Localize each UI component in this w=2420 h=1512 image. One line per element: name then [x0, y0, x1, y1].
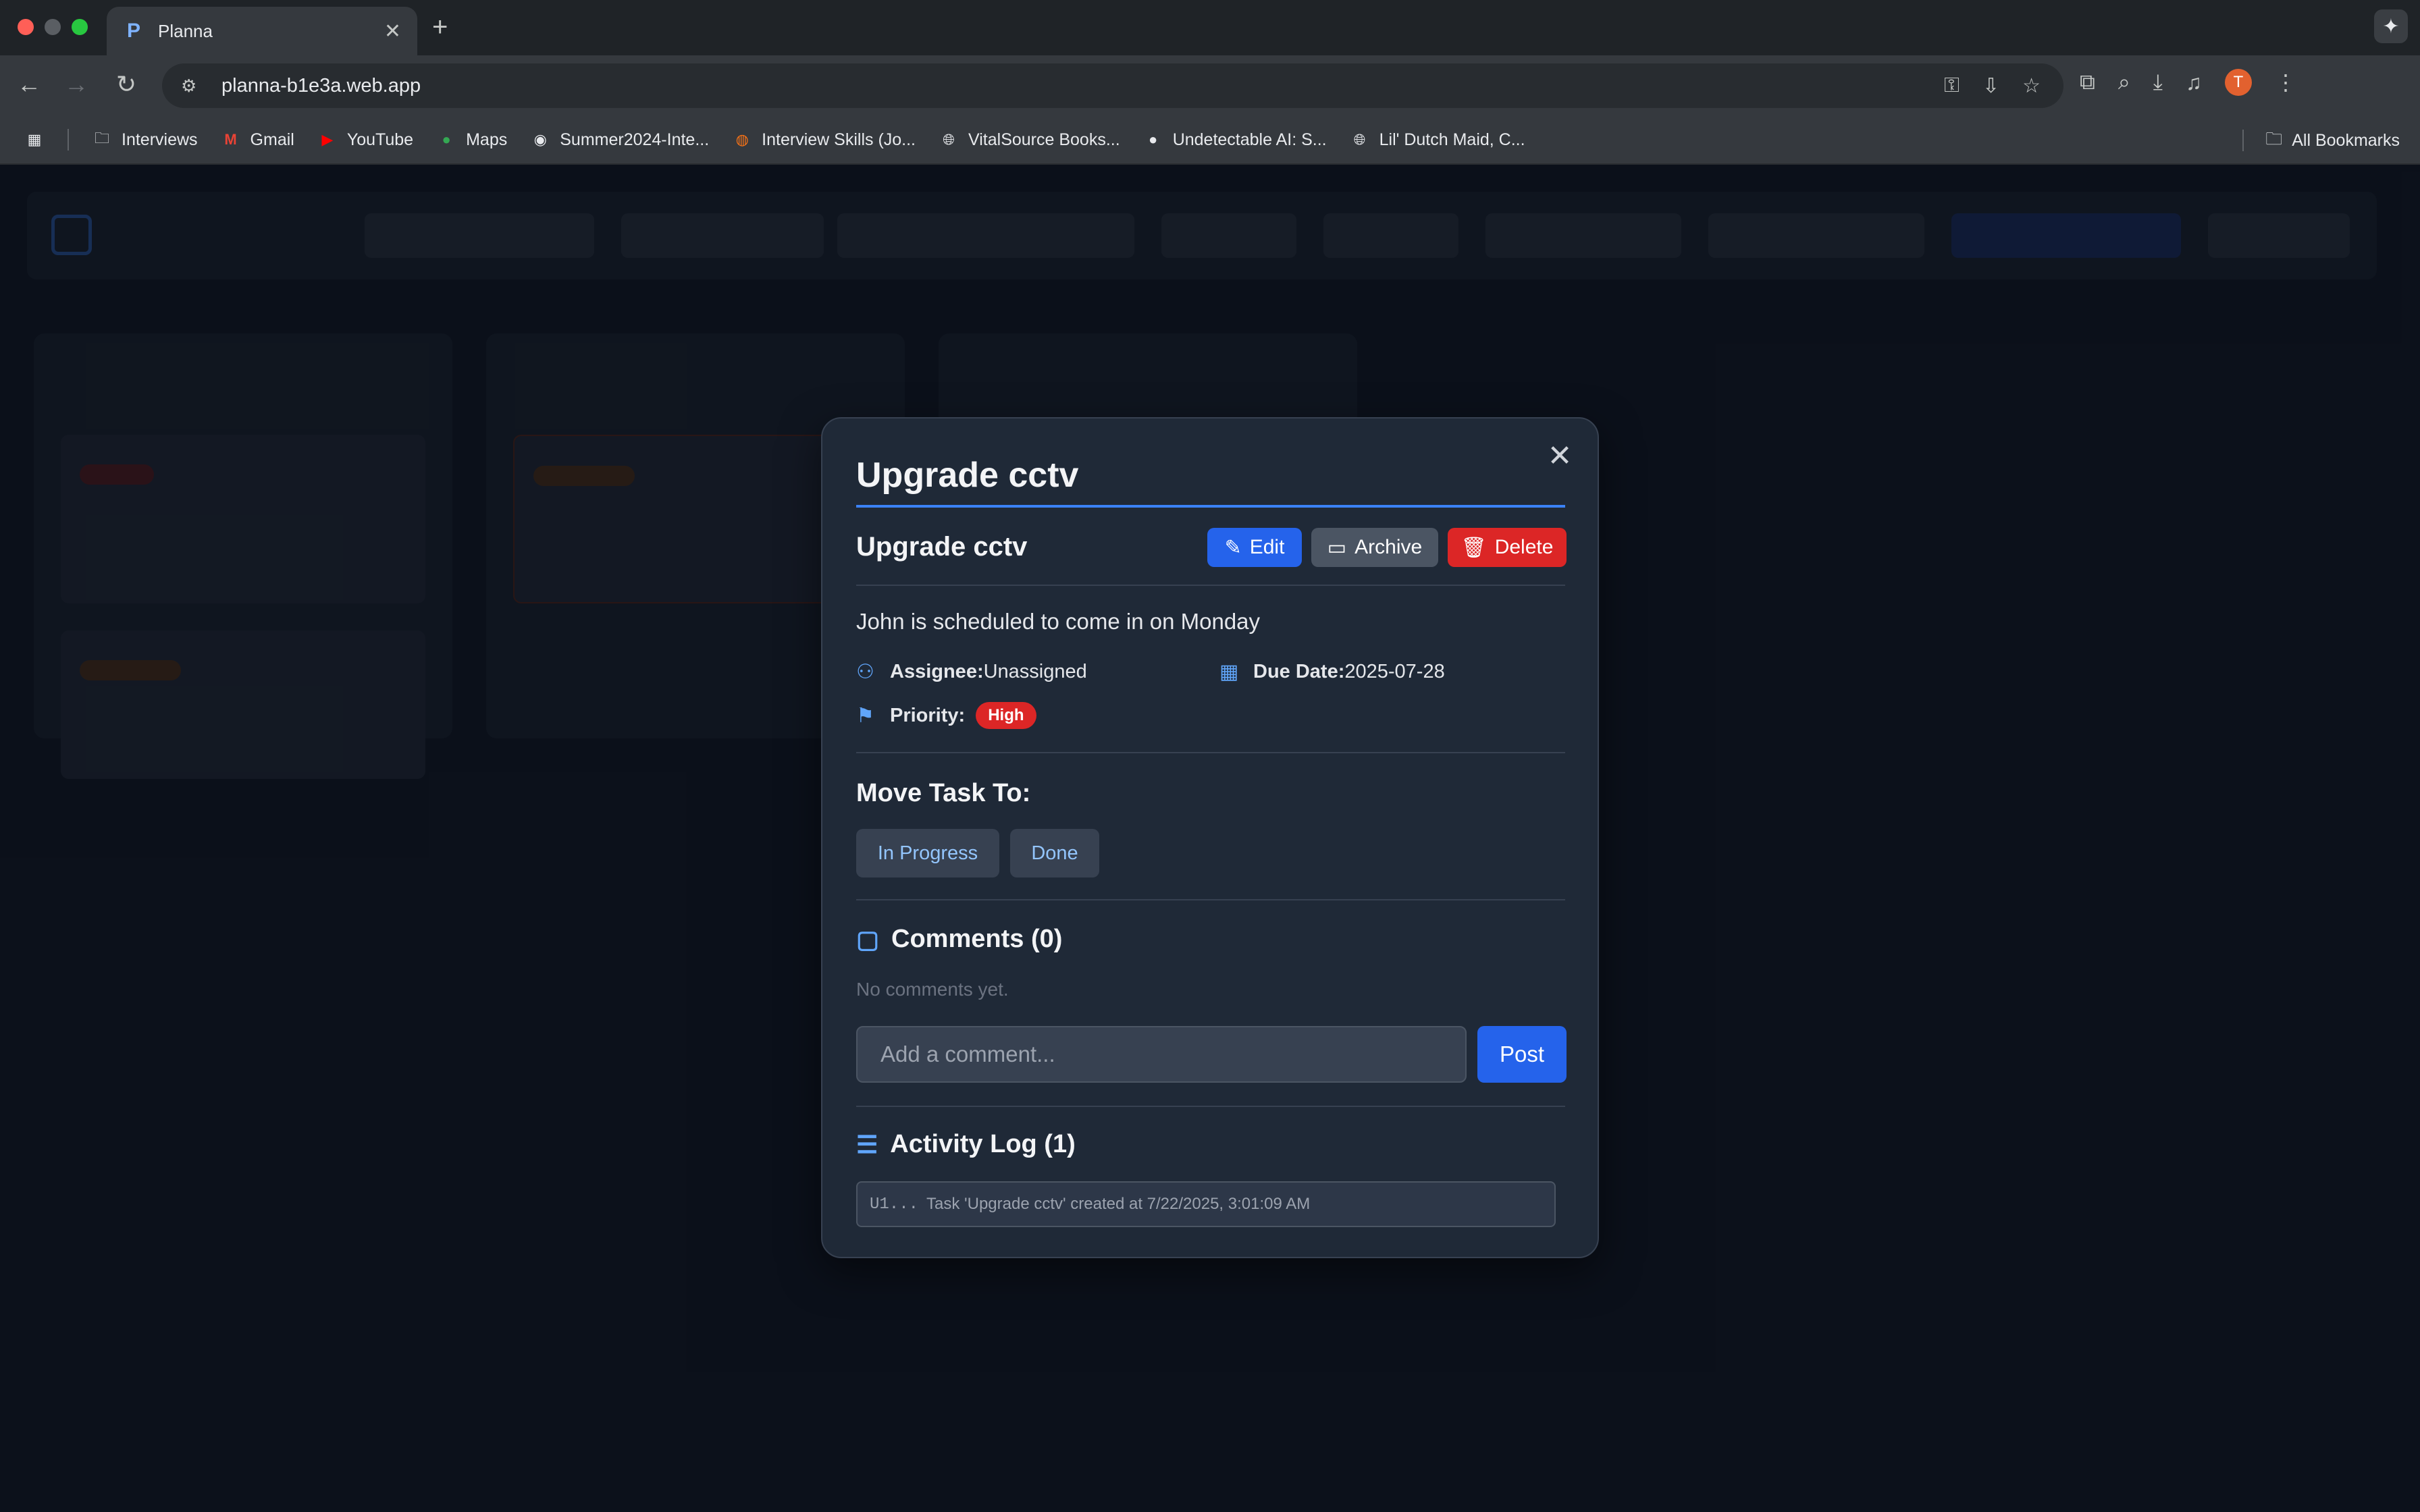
- comment-input[interactable]: [856, 1026, 1467, 1083]
- divider: [856, 752, 1565, 753]
- folder-icon: 🗀: [2265, 129, 2283, 148]
- bookmark-item[interactable]: M Gmail: [221, 130, 294, 150]
- list-checks-icon: ☰: [856, 1130, 878, 1158]
- folder-icon: 🗀: [94, 130, 109, 146]
- github-icon: ◉: [533, 131, 547, 148]
- task-name: Upgrade cctv: [856, 532, 1028, 562]
- divider: [856, 1106, 1565, 1107]
- archive-button[interactable]: ▭ Archive: [1311, 528, 1438, 567]
- assignee-row: ⚇ Assignee:Unassigned: [856, 661, 1087, 683]
- activity-log-title: ☰ Activity Log (1): [856, 1130, 1076, 1158]
- site-icon: ◍: [735, 131, 749, 148]
- browser-tab-bar: P Planna ✕ + ✦: [0, 0, 2420, 55]
- gemini-icon[interactable]: ✦: [2374, 9, 2408, 43]
- maps-icon: ●: [442, 131, 451, 148]
- maximize-window-button[interactable]: [72, 19, 88, 35]
- activity-user: U1...: [870, 1195, 919, 1214]
- divider: [856, 899, 1565, 900]
- divider: [856, 585, 1565, 586]
- all-bookmarks[interactable]: 🗀 All Bookmarks: [2242, 116, 2400, 165]
- url-text: planna-b1e3a.web.app: [221, 74, 421, 97]
- more-menu-icon[interactable]: ⋮: [2275, 70, 2296, 95]
- install-app-icon[interactable]: ⇩: [1982, 74, 1999, 98]
- trash-icon: 🗑︎: [1461, 536, 1487, 559]
- post-button[interactable]: Post: [1477, 1026, 1567, 1083]
- globe-icon: 🌐︎: [1353, 131, 1366, 148]
- edit-button[interactable]: ✎ Edit: [1207, 528, 1302, 567]
- comment-icon: ▢: [856, 925, 880, 953]
- password-key-icon[interactable]: ⚿: [1944, 74, 1959, 97]
- comments-title: ▢ Comments (0): [856, 925, 1063, 953]
- task-description: John is scheduled to come in on Monday: [856, 609, 1261, 634]
- activity-log-entry: U1... Task 'Upgrade cctv' created at 7/2…: [856, 1181, 1556, 1227]
- priority-row: ⚑ Priority: High: [856, 702, 1036, 729]
- bookmarks-separator: [2242, 130, 2244, 151]
- downloads-icon[interactable]: ⤓: [2153, 70, 2163, 95]
- bookmark-item[interactable]: 🗀 Interviews: [92, 130, 198, 150]
- planna-favicon-icon: P: [126, 20, 140, 42]
- close-window-button[interactable]: [18, 19, 34, 35]
- site-info-icon[interactable]: ⚙: [181, 76, 208, 97]
- archive-icon: ▭: [1327, 536, 1347, 559]
- reload-icon[interactable]: ↻: [111, 70, 142, 99]
- calendar-icon: ▦: [1219, 661, 1239, 683]
- back-icon[interactable]: ←: [14, 70, 45, 99]
- bookmarks-bar: ▦ 🗀 Interviews M Gmail ▶ YouTube ● Maps ◉ Sum…: [0, 116, 2420, 165]
- move-to-done-button[interactable]: Done: [1010, 829, 1099, 878]
- close-tab-icon[interactable]: ✕: [384, 20, 401, 43]
- extensions-icon[interactable]: ⧉: [2080, 70, 2095, 95]
- flag-icon: ⚑: [856, 704, 874, 727]
- bookmark-item[interactable]: 🌐︎ Lil' Dutch Maid, C...: [1350, 130, 1525, 150]
- move-to-in-progress-button[interactable]: In Progress: [856, 829, 999, 878]
- site-icon: ●: [1149, 131, 1158, 148]
- pencil-icon: ✎: [1224, 536, 1242, 559]
- address-bar[interactable]: ⚙ planna-b1e3a.web.app ⚿ ⇩ ☆: [162, 63, 2063, 108]
- forward-icon[interactable]: →: [61, 70, 92, 99]
- profile-avatar[interactable]: T: [2224, 69, 2252, 96]
- user-icon: ⚇: [856, 661, 874, 683]
- minimize-window-button[interactable]: [45, 19, 61, 35]
- bookmark-item[interactable]: ◉ Summer2024-Inte...: [530, 130, 710, 150]
- browser-tab[interactable]: P Planna ✕: [107, 7, 417, 55]
- tab-search-icon[interactable]: ⌕: [2118, 70, 2130, 95]
- modal-title: Upgrade cctv: [856, 456, 1079, 495]
- bookmark-item[interactable]: ● Undetectable AI: S...: [1143, 130, 1327, 150]
- activity-text: Task 'Upgrade cctv' created at 7/22/2025…: [926, 1195, 1311, 1213]
- bookmark-item[interactable]: ● Maps: [436, 130, 507, 150]
- tab-title: Planna: [158, 20, 213, 41]
- title-underline: [856, 505, 1565, 508]
- bookmark-star-icon[interactable]: ☆: [2022, 74, 2041, 98]
- youtube-icon: ▶: [321, 131, 334, 148]
- due-date-row: ▦ Due Date:2025-07-28: [1219, 661, 1445, 683]
- media-controls-icon[interactable]: ♫: [2186, 70, 2202, 95]
- priority-badge: High: [976, 702, 1036, 729]
- bookmark-item[interactable]: ◍ Interview Skills (Jo...: [732, 130, 916, 150]
- globe-icon: 🌐︎: [943, 131, 955, 148]
- move-task-title: Move Task To:: [856, 779, 1031, 807]
- browser-toolbar: ← → ↻ ⚙ planna-b1e3a.web.app ⚿ ⇩ ☆ ⧉ ⌕ ⤓…: [0, 55, 2420, 116]
- no-comments-text: No comments yet.: [856, 979, 1009, 1000]
- apps-grid-icon[interactable]: ▦: [24, 130, 45, 150]
- task-detail-modal: ✕ Upgrade cctv Upgrade cctv ✎ Edit ▭ Arc…: [821, 417, 1599, 1258]
- delete-button[interactable]: 🗑︎ Delete: [1448, 528, 1567, 567]
- close-icon[interactable]: ✕: [1546, 441, 1573, 471]
- bookmarks-separator: [68, 129, 69, 151]
- bookmark-item[interactable]: 🌐︎ VitalSource Books...: [939, 130, 1120, 150]
- bookmark-item[interactable]: ▶ YouTube: [317, 130, 413, 150]
- gmail-icon: M: [224, 131, 237, 148]
- new-tab-icon[interactable]: +: [432, 12, 448, 43]
